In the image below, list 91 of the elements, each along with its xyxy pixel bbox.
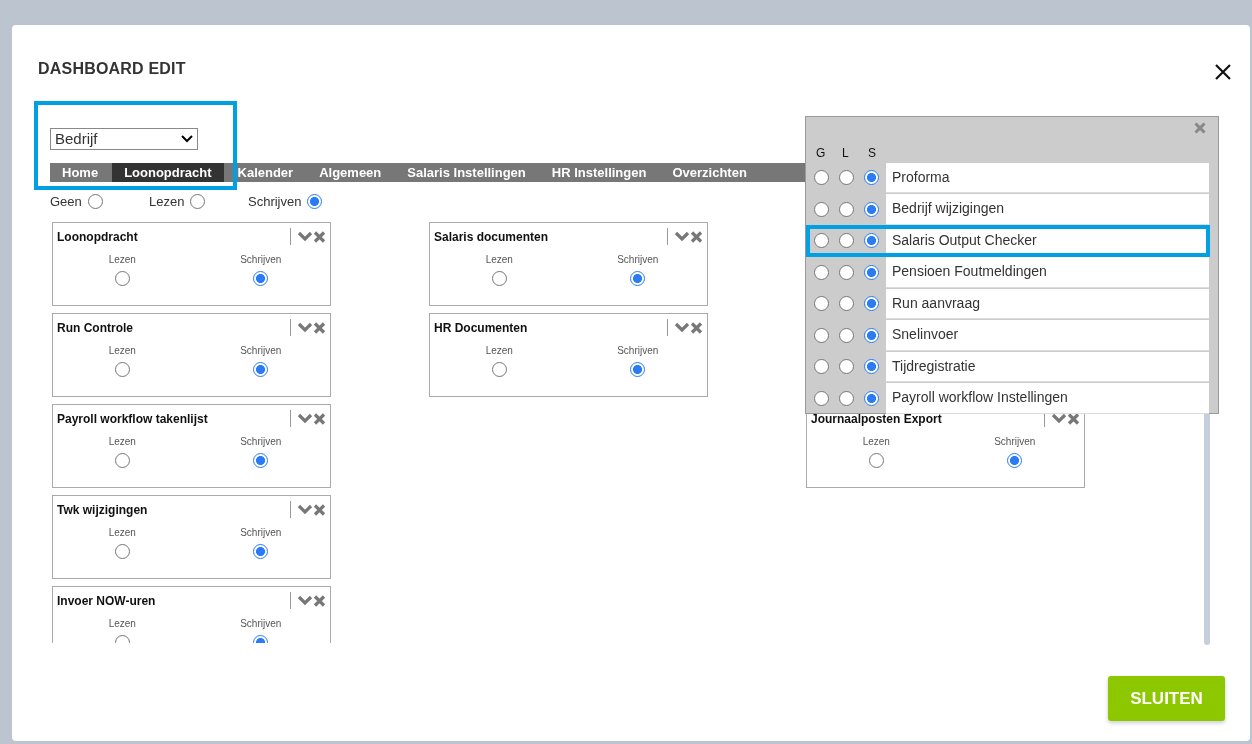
option-label: Schrijven: [240, 525, 282, 540]
radio-label: Geen: [50, 193, 82, 211]
tab[interactable]: Loonopdracht: [112, 163, 224, 182]
radio-button[interactable]: [868, 452, 884, 468]
radio-button[interactable]: [839, 327, 854, 343]
radio-button[interactable]: [114, 543, 130, 559]
radio-button[interactable]: [114, 270, 130, 286]
chevron-down-icon[interactable]: [674, 322, 690, 333]
radio-button[interactable]: [864, 264, 879, 280]
widget-title: Twk wijzigingen: [57, 501, 149, 519]
radio-button[interactable]: [491, 270, 507, 286]
radio-label: Schrijven: [248, 193, 302, 211]
radio-button[interactable]: [839, 264, 854, 280]
radio-button[interactable]: [630, 270, 646, 286]
dialog-title: DASHBOARD EDIT: [38, 59, 186, 79]
option-label: Lezen: [108, 434, 136, 449]
list-item[interactable]: Run aanvraag: [886, 288, 1209, 319]
list-item[interactable]: Bedrijf wijzigingen: [886, 194, 1209, 225]
chevron-down-icon: [181, 135, 193, 143]
chevron-down-icon[interactable]: [297, 322, 313, 333]
radio-button[interactable]: [114, 361, 130, 377]
widget-title: Run Controle: [57, 319, 134, 337]
chevron-down-icon[interactable]: [297, 595, 313, 606]
radio-label: Lezen: [149, 193, 185, 211]
chevron-down-icon[interactable]: [1051, 413, 1067, 424]
option-label: Lezen: [108, 343, 136, 358]
radio-button[interactable]: [253, 543, 269, 559]
radio-button[interactable]: [839, 170, 854, 186]
radio-button[interactable]: [814, 170, 829, 186]
list-item[interactable]: Payroll workflow Instellingen: [886, 383, 1209, 414]
radio-button[interactable]: [814, 201, 829, 217]
list-item[interactable]: Snelinvoer: [886, 320, 1209, 351]
radio-button[interactable]: [839, 359, 854, 375]
radio-button[interactable]: [814, 296, 829, 312]
option-label: Lezen: [108, 525, 136, 540]
radio-button[interactable]: [114, 452, 130, 468]
option-label: Schrijven: [240, 434, 282, 449]
radio-button[interactable]: [814, 359, 829, 375]
chevron-down-icon[interactable]: [297, 504, 313, 515]
option-label: Schrijven: [617, 252, 659, 267]
radio-button[interactable]: [307, 194, 323, 210]
radio-button[interactable]: [253, 361, 269, 377]
radio-button[interactable]: [864, 327, 879, 343]
option-label: Schrijven: [240, 343, 282, 358]
column-header: S: [868, 145, 877, 162]
chevron-down-icon[interactable]: [297, 413, 313, 424]
option-label: Lezen: [108, 616, 136, 631]
option-label: Schrijven: [617, 343, 659, 358]
list-item[interactable]: Tijdregistratie: [886, 351, 1209, 382]
radio-button[interactable]: [839, 201, 854, 217]
radio-button[interactable]: [190, 194, 206, 210]
radio-button[interactable]: [630, 361, 646, 377]
radio-button[interactable]: [839, 390, 854, 406]
option-label: Schrijven: [240, 616, 282, 631]
radio-button[interactable]: [839, 296, 854, 312]
radio-button[interactable]: [864, 233, 879, 249]
radio-button[interactable]: [864, 359, 879, 375]
radio-button[interactable]: [814, 264, 829, 280]
widget-title: Payroll workflow takenlijst: [57, 410, 209, 428]
widget-title: Invoer NOW-uren: [57, 592, 157, 610]
radio-button[interactable]: [253, 270, 269, 286]
list-item[interactable]: Proforma: [886, 162, 1209, 193]
dropdown-value: Bedrijf: [55, 128, 98, 149]
radio-button[interactable]: [87, 194, 103, 210]
radio-button[interactable]: [491, 361, 507, 377]
option-label: Lezen: [485, 343, 513, 358]
option-label: Lezen: [485, 252, 513, 267]
radio-button[interactable]: [1007, 452, 1023, 468]
widget-title: Salaris documenten: [434, 228, 550, 246]
scope-dropdown[interactable]: Bedrijf: [50, 128, 198, 150]
widget-title: Loonopdracht: [57, 228, 139, 246]
list-item[interactable]: Pensioen Foutmeldingen: [886, 257, 1209, 288]
widget-title: HR Documenten: [434, 319, 529, 337]
radio-button[interactable]: [253, 452, 269, 468]
radio-button[interactable]: [864, 296, 879, 312]
column-header: G: [816, 145, 827, 162]
radio-button[interactable]: [864, 201, 879, 217]
option-label: Lezen: [108, 252, 136, 267]
radio-button[interactable]: [839, 233, 854, 249]
radio-button[interactable]: [814, 233, 829, 249]
chevron-down-icon[interactable]: [297, 231, 313, 242]
radio-button[interactable]: [814, 390, 829, 406]
option-label: Schrijven: [994, 434, 1036, 449]
radio-button[interactable]: [814, 327, 829, 343]
chevron-down-icon[interactable]: [674, 231, 690, 242]
close-icon[interactable]: [1214, 63, 1232, 81]
radio-button[interactable]: [864, 390, 879, 406]
column-header: L: [842, 145, 850, 162]
option-label: Lezen: [862, 434, 890, 449]
radio-button[interactable]: [864, 170, 879, 186]
option-label: Schrijven: [240, 252, 282, 267]
